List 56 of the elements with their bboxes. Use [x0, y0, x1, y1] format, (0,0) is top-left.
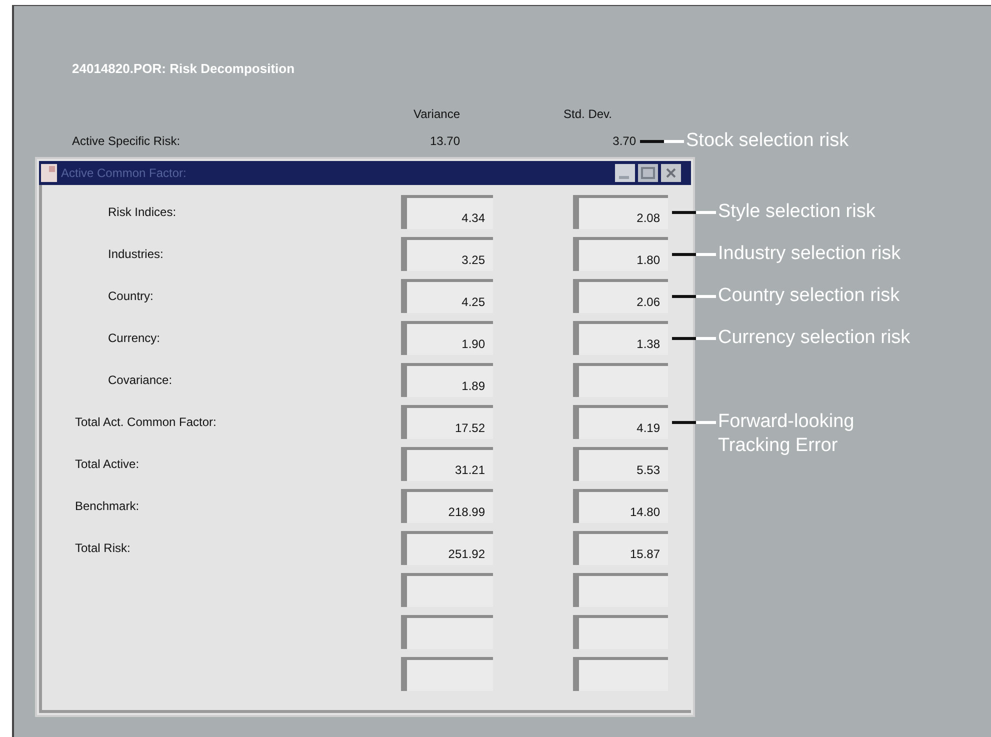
variance-field[interactable]: 4.25 [401, 278, 493, 312]
blank-field[interactable] [573, 656, 668, 690]
annotation-label: Forward-looking Tracking Error [718, 410, 856, 458]
window-icon [41, 164, 57, 182]
variance-field[interactable]: 3.25 [401, 236, 493, 270]
std-dev-value: 3.70 [612, 132, 636, 150]
std-dev-field[interactable]: 2.06 [573, 278, 668, 312]
variance-field[interactable]: 4.34 [401, 194, 493, 228]
variance-field[interactable]: 17.52 [401, 404, 493, 438]
close-icon[interactable] [661, 164, 681, 182]
leader-line [672, 420, 716, 424]
blank-field[interactable] [573, 614, 668, 648]
page-title: 24014820.POR: Risk Decomposition [72, 60, 295, 78]
annotation-label: Style selection risk [718, 200, 876, 224]
leader-line [672, 336, 716, 340]
variance-value: 13.70 [430, 132, 460, 150]
std-dev-field[interactable]: 1.38 [573, 320, 668, 354]
row-label: Total Act. Common Factor: [75, 414, 216, 428]
annotation-label: Industry selection risk [718, 242, 902, 266]
annotation-label: Currency selection risk [718, 326, 912, 350]
annotation-label: Country selection risk [718, 284, 901, 308]
variance-field[interactable]: 1.89 [401, 362, 493, 396]
blank-field[interactable] [401, 656, 493, 690]
std-dev-field[interactable]: 14.80 [573, 488, 668, 522]
row-label: Country: [108, 288, 154, 302]
variance-field[interactable]: 218.99 [401, 488, 493, 522]
row-label: Industries: [108, 246, 164, 260]
row-label: Benchmark: [75, 498, 140, 512]
blank-field[interactable] [401, 572, 493, 606]
leader-line [672, 294, 716, 298]
blank-field[interactable] [401, 614, 493, 648]
variance-field[interactable]: 1.90 [401, 320, 493, 354]
leader-line [672, 252, 716, 256]
blank-field[interactable] [573, 572, 668, 606]
std-dev-field[interactable]: 15.87 [573, 530, 668, 564]
std-dev-field[interactable]: 4.19 [573, 404, 668, 438]
leader-line [640, 140, 684, 142]
column-header: Variance [414, 106, 460, 122]
row-label: Currency: [108, 330, 160, 344]
window-title: Active Common Factor: [61, 164, 186, 182]
minimize-icon[interactable] [615, 164, 635, 182]
row-label: Total Risk: [75, 540, 130, 554]
leader-line [672, 210, 716, 214]
maximize-icon[interactable] [638, 164, 658, 182]
row-label: Active Specific Risk: [72, 134, 180, 148]
std-dev-field[interactable]: 1.80 [573, 236, 668, 270]
row-label: Risk Indices: [108, 204, 176, 218]
variance-field[interactable]: 31.21 [401, 446, 493, 480]
column-header: Std. Dev. [564, 106, 612, 122]
variance-field[interactable]: 251.92 [401, 530, 493, 564]
row-label: Total Active: [75, 456, 140, 470]
std-dev-field[interactable]: 2.08 [573, 194, 668, 228]
std-dev-field[interactable] [573, 362, 668, 396]
row-label: Covariance: [108, 372, 172, 386]
annotation-label: Stock selection risk [686, 128, 850, 152]
std-dev-field[interactable]: 5.53 [573, 446, 668, 480]
